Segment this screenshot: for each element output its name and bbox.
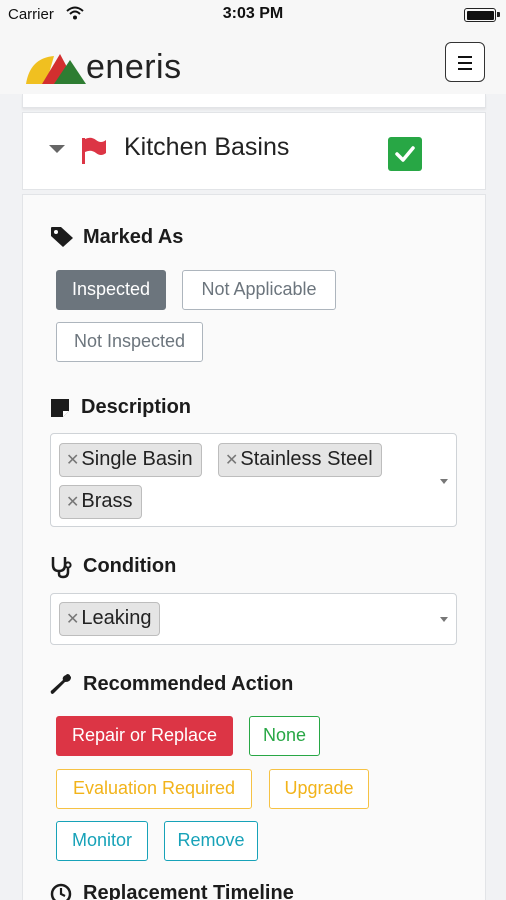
stethoscope-icon — [51, 557, 72, 579]
battery-icon — [464, 8, 500, 22]
checkmark-icon — [395, 146, 415, 162]
clock-icon — [50, 883, 72, 900]
action-upgrade-button[interactable]: Upgrade — [269, 769, 369, 809]
action-monitor-button[interactable]: Monitor — [56, 821, 148, 861]
dropdown-arrow-icon[interactable] — [440, 479, 448, 484]
app-header: eneris — [0, 30, 506, 94]
marked-inspected-button[interactable]: Inspected — [56, 270, 166, 310]
action-repair-or-replace-button[interactable]: Repair or Replace — [56, 716, 233, 756]
condition-select[interactable]: ✕ Leaking — [50, 593, 457, 645]
action-none-button[interactable]: None — [249, 716, 320, 756]
action-evaluation-required-button[interactable]: Evaluation Required — [56, 769, 252, 809]
flag-icon[interactable] — [80, 137, 108, 165]
caret-down-icon[interactable] — [49, 145, 65, 153]
item-title: Kitchen Basins — [124, 133, 290, 161]
complete-checkbox[interactable] — [388, 137, 422, 171]
description-title: Description — [81, 396, 192, 418]
description-tag[interactable]: ✕ Stainless Steel — [218, 443, 382, 477]
recommended-action-title: Recommended Action — [83, 673, 294, 695]
sticky-note-icon — [51, 399, 69, 417]
marked-not-applicable-button[interactable]: Not Applicable — [182, 270, 336, 310]
wrench-icon — [50, 674, 71, 694]
logo-mark — [26, 54, 86, 84]
item-header[interactable]: Kitchen Basins — [22, 112, 486, 190]
status-bar: Carrier 3:03 PM — [0, 0, 506, 30]
condition-title: Condition — [83, 555, 177, 577]
replacement-timeline-title: Replacement Timeline — [83, 882, 294, 900]
close-x-icon[interactable]: ✕ — [66, 611, 79, 628]
previous-item-panel — [22, 94, 486, 108]
marked-as-title: Marked As — [83, 226, 184, 248]
marked-not-inspected-button[interactable]: Not Inspected — [56, 322, 203, 362]
condition-tag[interactable]: ✕ Leaking — [59, 602, 161, 636]
description-tag[interactable]: ✕ Brass — [59, 485, 142, 519]
action-remove-button[interactable]: Remove — [164, 821, 258, 861]
tag-icon — [51, 227, 73, 247]
description-select[interactable]: ✕ Single Basin ✕ Stainless Steel ✕ Brass — [50, 433, 457, 527]
menu-button[interactable] — [445, 42, 485, 82]
dropdown-arrow-icon[interactable] — [440, 617, 448, 622]
status-time: 3:03 PM — [222, 5, 284, 22]
logo-text: eneris — [86, 48, 182, 86]
close-x-icon[interactable]: ✕ — [66, 494, 79, 511]
hamburger-menu-icon — [458, 56, 472, 58]
close-x-icon[interactable]: ✕ — [225, 452, 238, 469]
description-tag[interactable]: ✕ Single Basin — [59, 443, 202, 477]
close-x-icon[interactable]: ✕ — [66, 452, 79, 469]
